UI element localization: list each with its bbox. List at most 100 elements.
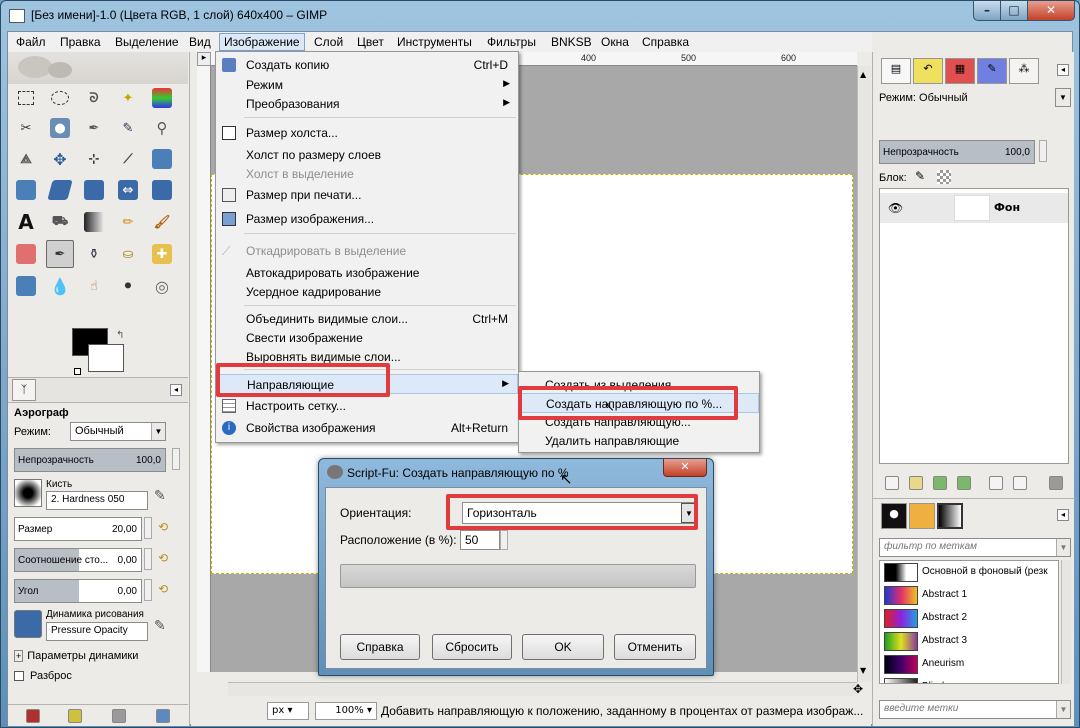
- menu-item-duplicate[interactable]: Создать копию Ctrl+D: [216, 55, 518, 75]
- perspective-tool[interactable]: [80, 176, 108, 204]
- gradient-item[interactable]: Основной в фоновый (резк: [880, 561, 1058, 584]
- color-picker-tool[interactable]: ✎: [114, 114, 142, 142]
- delete-options-icon[interactable]: [112, 709, 126, 723]
- opacity-slider[interactable]: Непрозрачность 100,0: [14, 448, 166, 472]
- paintbrush-tool[interactable]: 🖌: [148, 208, 176, 236]
- menu-item-remove-guides[interactable]: Удалить направляющие: [519, 431, 759, 451]
- menu-file[interactable]: Файл: [16, 35, 46, 49]
- crop-tool[interactable]: ⟋: [114, 145, 142, 173]
- swap-colors-icon[interactable]: ↰: [116, 330, 124, 341]
- dodge-burn-tool[interactable]: ⚫: [114, 272, 142, 300]
- dynamics-icon[interactable]: [14, 610, 42, 638]
- measure-tool[interactable]: ⟁: [12, 145, 40, 173]
- lock-pixels-icon[interactable]: ✎: [915, 169, 925, 183]
- swirl-icon[interactable]: ◎: [148, 272, 176, 300]
- align-tool[interactable]: ⊹: [80, 145, 108, 173]
- move-tool[interactable]: ✥: [46, 145, 74, 173]
- layer-opacity-slider[interactable]: Непрозрачность 100,0: [879, 140, 1035, 164]
- aspect-ratio-spin[interactable]: [144, 548, 152, 570]
- duplicate-layer-icon[interactable]: [989, 476, 1003, 490]
- new-layer-icon[interactable]: [885, 476, 899, 490]
- menu-layer[interactable]: Слой: [314, 35, 343, 49]
- angle-slider[interactable]: Угол 0,00: [14, 579, 142, 603]
- raise-layer-icon[interactable]: [933, 476, 947, 490]
- zoom-select[interactable]: 100% ▾: [315, 702, 377, 720]
- ok-button[interactable]: OK: [522, 634, 604, 660]
- lower-layer-icon[interactable]: [957, 476, 971, 490]
- reset-ratio-icon[interactable]: ⟲: [158, 551, 168, 567]
- menu-item-configure-grid[interactable]: Настроить сетку...: [216, 396, 518, 416]
- cage-tool[interactable]: [148, 176, 176, 204]
- blend-tool[interactable]: [80, 208, 108, 236]
- menu-item-canvas-size[interactable]: Размер холста...: [216, 123, 518, 143]
- channels-tab[interactable]: ▦: [945, 58, 975, 84]
- heal-tool[interactable]: ✚: [148, 240, 176, 268]
- menu-color[interactable]: Цвет: [357, 35, 384, 49]
- save-options-icon[interactable]: [26, 709, 40, 723]
- restore-options-icon[interactable]: [68, 709, 82, 723]
- perspective-clone-tool[interactable]: [12, 272, 40, 300]
- eraser-tool[interactable]: [12, 240, 40, 268]
- paths-tab[interactable]: ✎: [977, 58, 1007, 84]
- ellipse-select-tool[interactable]: [46, 84, 74, 112]
- brush-preview[interactable]: [14, 479, 42, 507]
- anchor-layer-icon[interactable]: [1013, 476, 1027, 490]
- gradient-item[interactable]: Abstract 2: [880, 607, 1058, 630]
- unit-select[interactable]: px ▾: [267, 702, 309, 720]
- menu-item-transform[interactable]: Преобразования ▶: [216, 94, 518, 114]
- menu-bnksb[interactable]: BNKSB: [551, 35, 592, 49]
- layers-tab[interactable]: ▤: [881, 58, 911, 84]
- brushes-tab[interactable]: ●: [881, 503, 907, 529]
- title-bar[interactable]: [Без имени]-1.0 (Цвета RGB, 1 слой) 640x…: [1, 1, 1079, 31]
- position-spin[interactable]: [500, 530, 508, 550]
- gradients-scrollbar[interactable]: [1061, 560, 1071, 684]
- menu-view[interactable]: Вид: [189, 35, 211, 49]
- undo-history-tab[interactable]: ↶: [913, 58, 943, 84]
- menu-item-fit-canvas-layers[interactable]: Холст по размеру слоев: [216, 145, 518, 165]
- cancel-button[interactable]: Отменить: [614, 634, 696, 660]
- menu-item-mode[interactable]: Режим ▶: [216, 75, 518, 95]
- gradients-tab[interactable]: [937, 503, 963, 529]
- visibility-eye-icon[interactable]: 👁: [888, 201, 903, 215]
- minimize-button[interactable]: –: [973, 1, 1001, 21]
- tag-entry-field[interactable]: введите метки ▼: [879, 700, 1071, 719]
- zoom-tool[interactable]: ⚲: [148, 114, 176, 142]
- menu-filters[interactable]: Фильтры: [487, 35, 536, 49]
- menu-item-scale-image[interactable]: Размер изображения...: [216, 209, 518, 229]
- lock-alpha-icon[interactable]: [937, 170, 951, 184]
- angle-spin[interactable]: [144, 579, 152, 601]
- device-status-tab[interactable]: ⁂: [1009, 58, 1039, 84]
- menu-help[interactable]: Справка: [642, 35, 689, 49]
- quick-mask-corner[interactable]: ▸: [197, 52, 211, 66]
- flip-tool[interactable]: ⇔: [114, 176, 142, 204]
- text-tool[interactable]: A: [12, 208, 40, 236]
- menu-windows[interactable]: Окна: [601, 35, 629, 49]
- menu-select[interactable]: Выделение: [115, 35, 179, 49]
- scale-tool[interactable]: [12, 176, 40, 204]
- reset-button[interactable]: Сбросить: [432, 634, 512, 660]
- opacity-spin[interactable]: [172, 448, 180, 470]
- new-layer-group-icon[interactable]: [909, 476, 923, 490]
- scissors-tool[interactable]: ✂: [12, 114, 40, 142]
- edit-dynamics-icon[interactable]: ✎: [154, 618, 178, 640]
- reset-size-icon[interactable]: ⟲: [158, 520, 168, 536]
- layer-opacity-spin[interactable]: [1039, 140, 1047, 162]
- mode-select[interactable]: Обычный ▼: [70, 422, 166, 441]
- delete-layer-icon[interactable]: [1049, 476, 1063, 490]
- menu-item-crop-to-selection[interactable]: ⟋ Откадрировать в выделение: [216, 241, 518, 261]
- size-slider[interactable]: Размер 20,00: [14, 517, 142, 541]
- rect-select-tool[interactable]: [12, 84, 40, 112]
- menu-item-image-properties[interactable]: i Свойства изображения Alt+Return: [216, 418, 518, 438]
- vertical-scrollbar[interactable]: ▲ ▼: [857, 66, 871, 682]
- menu-item-autocrop[interactable]: Автокадрировать изображение: [216, 263, 518, 283]
- bucket-fill-tool[interactable]: ⛟: [46, 208, 74, 236]
- dock-menu-icon[interactable]: ◂: [1057, 64, 1069, 76]
- smudge-tool[interactable]: ☝: [80, 272, 108, 300]
- maximize-button[interactable]: □: [1000, 1, 1028, 21]
- gradient-item[interactable]: Abstract 1: [880, 584, 1058, 607]
- airbrush-tool[interactable]: ✒: [46, 240, 74, 268]
- gradient-item[interactable]: Abstract 3: [880, 630, 1058, 653]
- clone-tool[interactable]: ⛀: [114, 240, 142, 268]
- menu-edit[interactable]: Правка: [60, 35, 101, 49]
- menu-item-zealous-crop[interactable]: Усердное кадрирование: [216, 282, 518, 302]
